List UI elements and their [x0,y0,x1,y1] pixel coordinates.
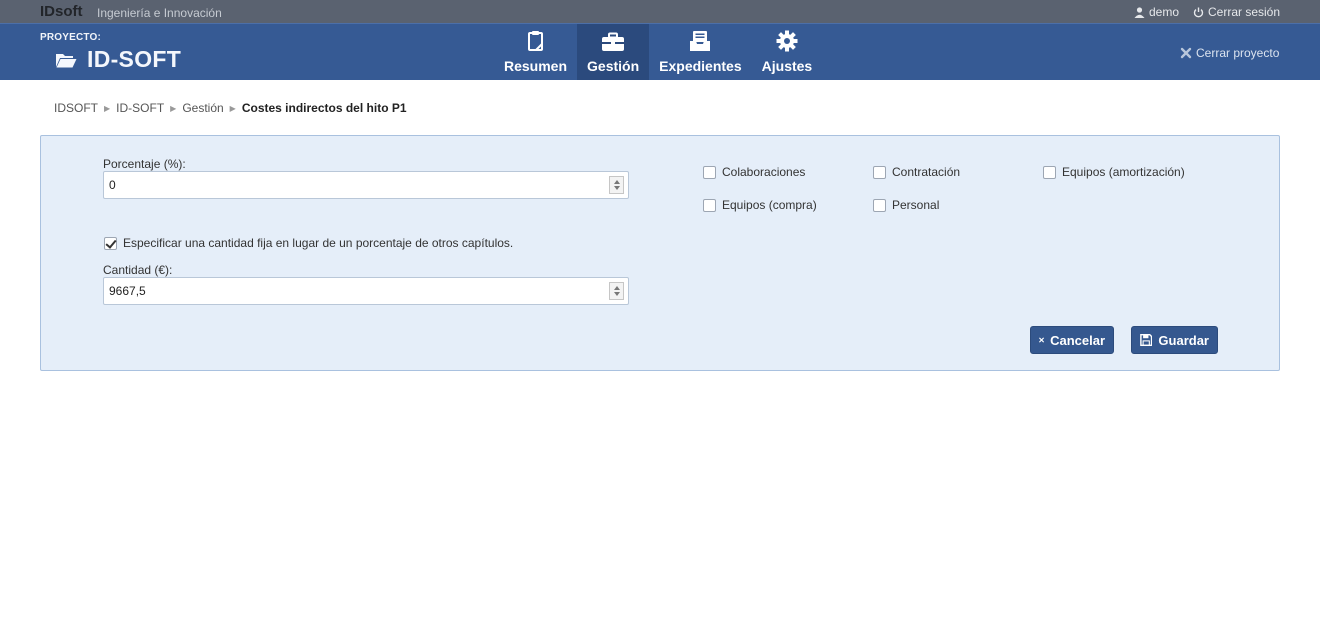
close-icon [1039,337,1044,343]
close-icon [1180,47,1192,59]
nav-expedientes-label: Expedientes [659,58,742,74]
user-menu[interactable]: demo [1134,5,1179,19]
checkbox-box[interactable] [104,236,117,250]
nav-gestion[interactable]: Gestión [577,24,650,80]
tray-icon [690,31,711,51]
breadcrumb-item-idsoft[interactable]: IDSOFT [54,101,98,115]
top-bar: IDsoft Ingeniería e Innovación demo Cerr… [0,0,1320,23]
user-icon [1134,6,1145,18]
save-button[interactable]: Guardar [1131,326,1218,354]
chapter-label: Equipos (amortización) [1062,165,1185,179]
cancel-button-label: Cancelar [1050,332,1105,348]
fixed-amount-checkbox[interactable]: Especificar una cantidad fija en lugar d… [104,236,513,250]
chapter-label: Contratación [892,165,961,179]
breadcrumb-current: Costes indirectos del hito P1 [241,101,407,115]
chapter-checkbox-personal[interactable]: Personal [873,198,939,212]
checkbox-box[interactable] [873,198,886,212]
checkbox-box[interactable] [703,198,716,212]
amount-label: Cantidad (€): [103,263,173,277]
chapter-checkbox-colaboraciones[interactable]: Colaboraciones [703,165,805,179]
checkbox-box[interactable] [1043,165,1056,179]
chapter-checkbox-equipos-amortizacion[interactable]: Equipos (amortización) [1043,165,1185,179]
breadcrumb-arrow-icon: ▶ [104,103,111,113]
brand-tagline: Ingeniería e Innovación [97,6,222,20]
percentage-input[interactable]: 0 [103,171,629,199]
logout-link[interactable]: Cerrar sesión [1193,5,1280,19]
amount-input[interactable]: 9667,5 [103,277,629,305]
logout-label: Cerrar sesión [1208,5,1281,19]
nav-resumen[interactable]: Resumen [494,24,577,80]
nav-resumen-label: Resumen [504,58,568,74]
clipboard-icon [527,31,543,51]
main-nav: Resumen Gestión Expedientes Ajustes [494,24,822,80]
breadcrumb-item-project[interactable]: ID-SOFT [116,101,164,115]
breadcrumb: IDSOFT ▶ ID-SOFT ▶ Gestión ▶ Costes indi… [54,101,407,115]
breadcrumb-item-gestion[interactable]: Gestión [182,101,223,115]
folder-open-icon [56,53,77,67]
gear-icon [776,30,798,52]
breadcrumb-arrow-icon: ▶ [229,103,236,113]
nav-ajustes[interactable]: Ajustes [752,24,823,80]
fixed-amount-label: Especificar una cantidad fija en lugar d… [123,236,514,250]
breadcrumb-arrow-icon: ▶ [170,103,177,113]
project-header: PROYECTO: ID-SOFT Resumen Gestión Expedi… [0,23,1320,80]
chapter-checkbox-contratacion[interactable]: Contratación [873,165,960,179]
close-project-label: Cerrar proyecto [1196,46,1280,60]
save-button-label: Guardar [1158,332,1209,348]
floppy-disk-icon [1140,333,1153,347]
chapter-label: Colaboraciones [722,165,806,179]
briefcase-icon [602,32,625,51]
chapter-label: Personal [892,198,940,212]
amount-value: 9667,5 [109,284,146,298]
project-name: ID-SOFT [87,46,182,72]
project-title[interactable]: ID-SOFT [55,46,181,73]
chapter-label: Equipos (compra) [722,198,817,212]
percentage-value: 0 [109,178,116,192]
amount-spinner[interactable] [609,282,624,300]
indirect-costs-form: Porcentaje (%): 0 Especificar una cantid… [40,135,1280,371]
nav-ajustes-label: Ajustes [761,58,813,74]
percentage-label: Porcentaje (%): [103,157,186,171]
close-project-link[interactable]: Cerrar proyecto [1180,46,1279,60]
nav-gestion-label: Gestión [587,58,640,74]
percentage-spinner[interactable] [609,176,624,194]
checkbox-box[interactable] [703,165,716,179]
user-name: demo [1149,5,1180,19]
cancel-button[interactable]: Cancelar [1030,326,1114,354]
project-label: PROYECTO: [40,32,102,43]
checkbox-box[interactable] [873,165,886,179]
nav-expedientes[interactable]: Expedientes [649,24,751,80]
chapter-checkbox-equipos-compra[interactable]: Equipos (compra) [703,198,817,212]
brand-logo[interactable]: IDsoft [40,3,83,20]
power-icon [1193,7,1204,17]
